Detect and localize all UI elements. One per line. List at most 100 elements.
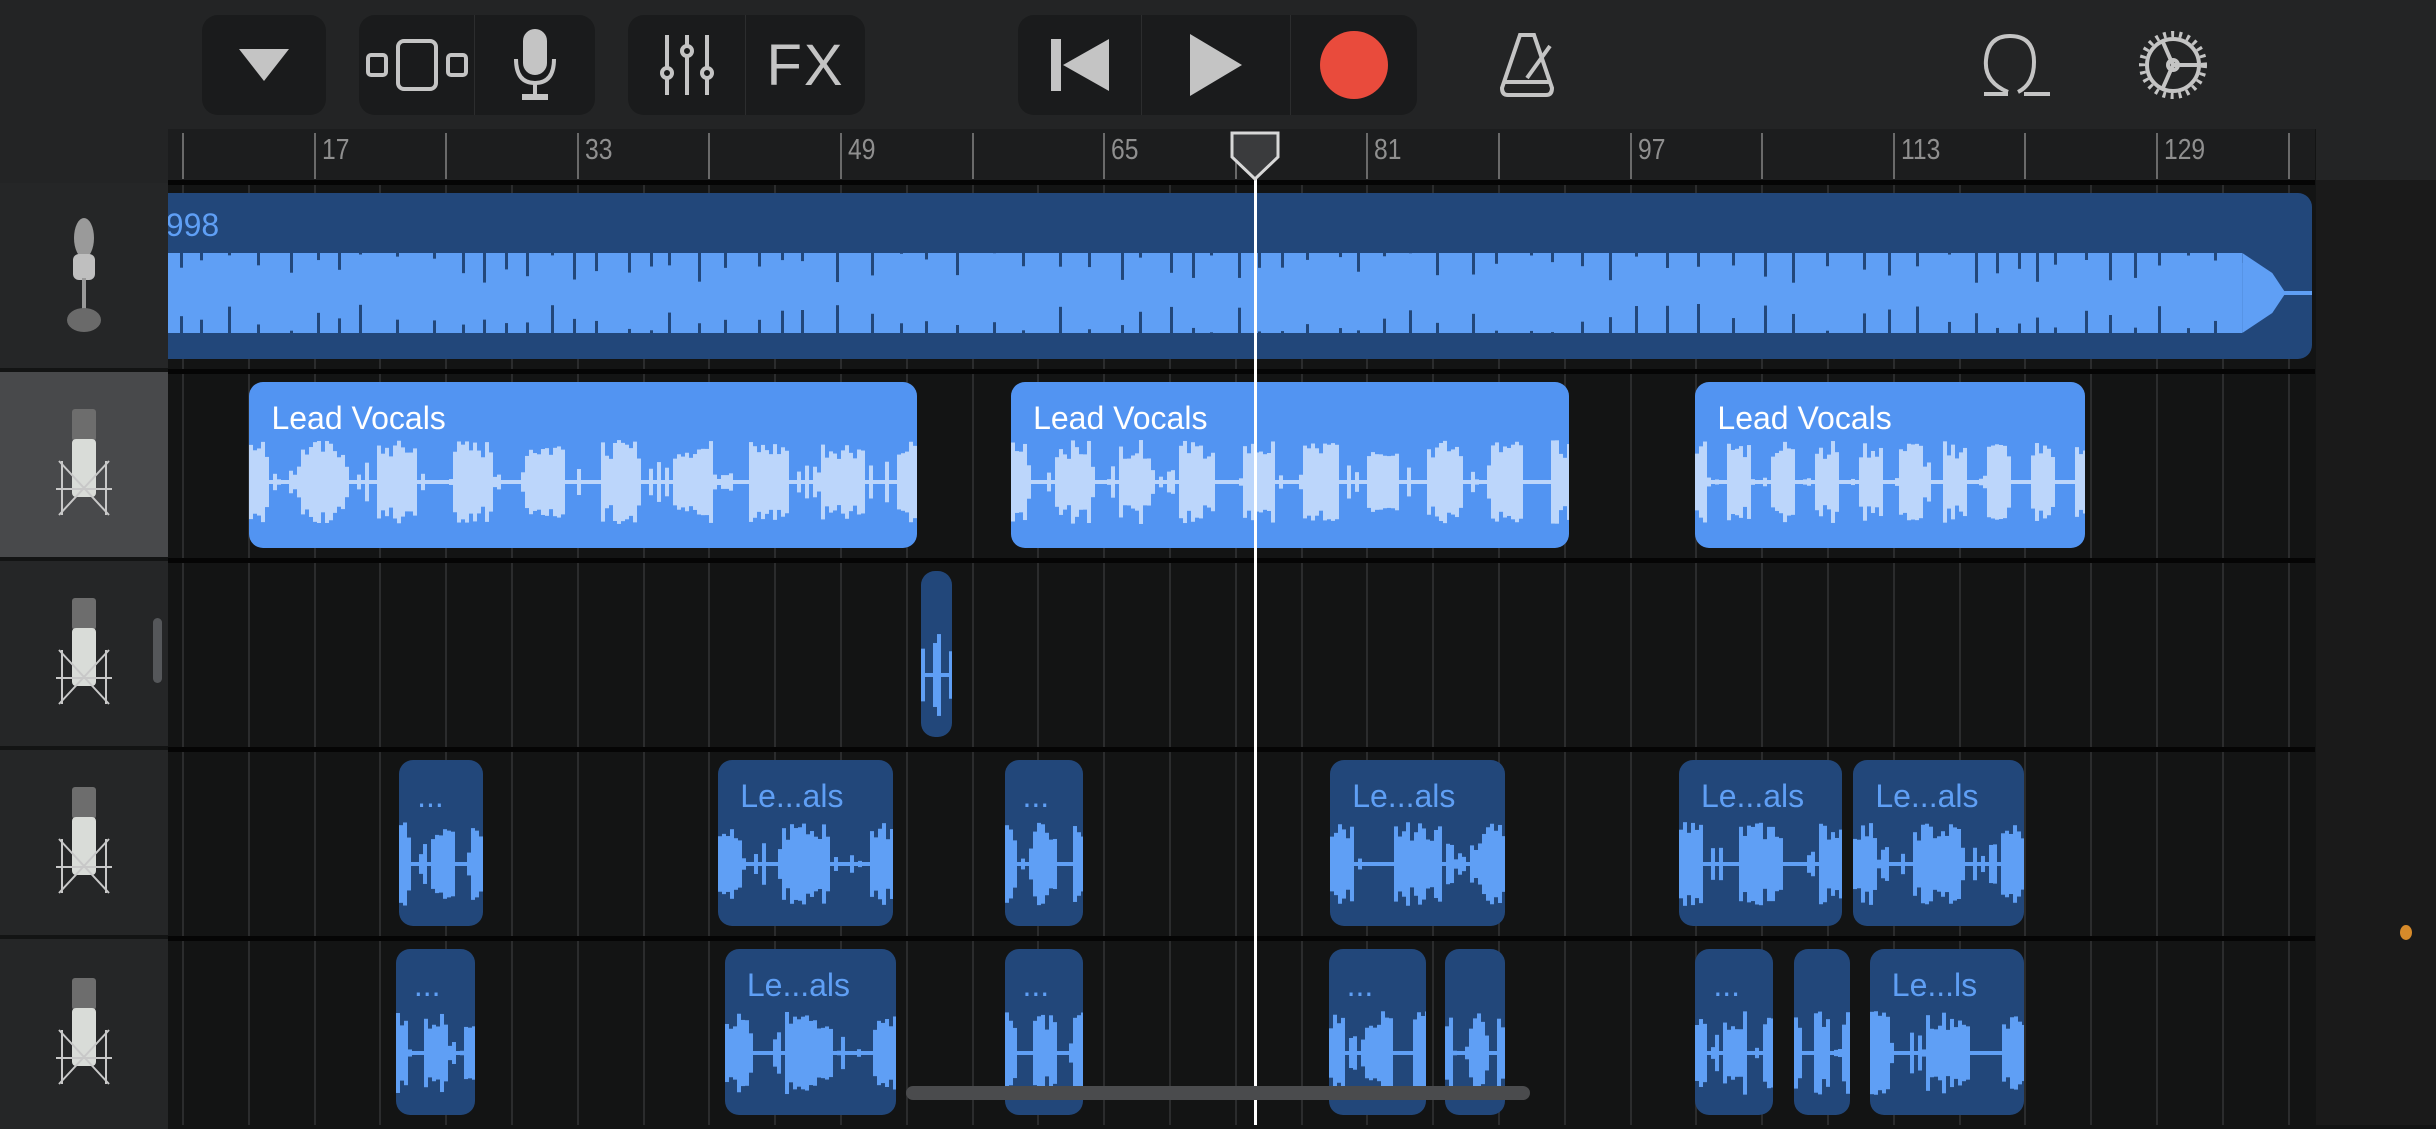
region-label: Le...als: [740, 778, 843, 815]
triangle-down-icon: [237, 45, 291, 85]
ruler-bar-label: 65: [1111, 134, 1138, 167]
loop-icon: [1978, 32, 2052, 98]
condenser-microphone-icon: [54, 783, 114, 903]
ruler-tick: [314, 133, 316, 179]
vertical-scrollbar[interactable]: [153, 618, 162, 683]
audio-region[interactable]: Le...als: [718, 760, 892, 926]
control-bar: FX: [0, 0, 2436, 129]
horizontal-scrollbar[interactable]: [906, 1086, 1530, 1100]
audio-region[interactable]: ...: [396, 949, 475, 1115]
waveform: [168, 253, 2312, 333]
ruler-bar-label: 33: [585, 134, 612, 167]
ruler-tick: [2024, 133, 2026, 179]
waveform: [249, 440, 917, 524]
audio-region[interactable]: [921, 571, 952, 737]
waveform: [718, 822, 892, 906]
condenser-microphone-icon: [54, 405, 114, 525]
audio-region[interactable]: [1794, 949, 1850, 1115]
play-icon: [1188, 32, 1244, 98]
ruler-bar-label: 113: [1901, 134, 1940, 167]
mixer-button[interactable]: [628, 15, 746, 115]
audio-region[interactable]: ...: [1695, 949, 1772, 1115]
playhead-handle[interactable]: [1230, 131, 1280, 181]
region-label: Le...ls: [1892, 967, 1977, 1004]
ruler-tick: [840, 133, 842, 179]
record-icon: [1319, 30, 1389, 100]
view-group: [359, 15, 595, 115]
region-label: Lead Vocals: [1033, 400, 1207, 437]
playhead-line[interactable]: [1254, 175, 1257, 1125]
audio-region[interactable]: Lead Vocals: [249, 382, 917, 548]
waveform: [921, 633, 952, 717]
record-button[interactable]: [1291, 15, 1417, 115]
mix-group: FX: [628, 15, 865, 115]
ruler-tick: [1366, 133, 1368, 179]
region-label: Lead Vocals: [1717, 400, 1891, 437]
right-margin-top: [2316, 129, 2436, 180]
right-margin: [2316, 180, 2436, 1125]
ruler-tick: [708, 133, 710, 179]
metronome-button[interactable]: [1492, 15, 1562, 115]
ruler-tick: [972, 133, 974, 179]
audio-region[interactable]: Le...als: [1853, 760, 2024, 926]
microphone-icon: [510, 29, 560, 101]
region-label: ...: [1347, 967, 1374, 1004]
ruler-tick: [2156, 133, 2158, 179]
track-header[interactable]: [0, 372, 168, 557]
waveform: [1445, 1011, 1504, 1095]
track-lane[interactable]: [168, 558, 2315, 747]
audio-region[interactable]: 0998: [168, 193, 2312, 359]
track-view-button[interactable]: [359, 15, 475, 115]
waveform: [1005, 1011, 1084, 1095]
audio-region[interactable]: Le...als: [1679, 760, 1842, 926]
audio-region[interactable]: Le...als: [725, 949, 896, 1115]
tracks-dropdown-group: [202, 15, 326, 115]
ruler-tick: [445, 133, 447, 179]
ruler-bar-label: 81: [1374, 134, 1401, 167]
waveform: [1853, 822, 2024, 906]
track-header[interactable]: [0, 561, 168, 746]
tracks-dropdown-button[interactable]: [202, 15, 326, 115]
audio-region[interactable]: Lead Vocals: [1011, 382, 1569, 548]
ruler-bar-label: 129: [2164, 134, 2205, 167]
audio-region[interactable]: ...: [1005, 760, 1084, 926]
smart-control-button[interactable]: [475, 15, 595, 115]
settings-button[interactable]: [2135, 15, 2211, 115]
region-label: Le...als: [1352, 778, 1455, 815]
region-label: ...: [1713, 967, 1740, 1004]
gear-icon: [2136, 28, 2210, 102]
waveform: [1794, 1011, 1850, 1095]
ruler-bar-label: 17: [322, 134, 349, 167]
region-label: Le...als: [1701, 778, 1804, 815]
track-view-icon: [365, 37, 469, 93]
track-header[interactable]: [0, 183, 168, 368]
audio-region[interactable]: Lead Vocals: [1695, 382, 2085, 548]
audio-region[interactable]: Le...als: [1330, 760, 1504, 926]
ruler-tick: [1761, 133, 1763, 179]
waveform: [1679, 822, 1842, 906]
fx-button[interactable]: FX: [746, 15, 865, 115]
play-button[interactable]: [1142, 15, 1291, 115]
region-label: ...: [414, 967, 441, 1004]
region-label: 0998: [168, 207, 219, 244]
skip-back-icon: [1049, 37, 1111, 93]
waveform: [1330, 822, 1504, 906]
waveform: [396, 1011, 475, 1095]
audio-region[interactable]: ...: [399, 760, 483, 926]
sliders-icon: [655, 33, 719, 97]
tracks-area[interactable]: 0998 Lead Vocals Lead Vocals Lead Vocals...…: [168, 180, 2315, 1125]
track-header[interactable]: [0, 939, 168, 1129]
ruler-bar-label: 49: [848, 134, 875, 167]
waveform: [1695, 440, 2085, 524]
audio-region[interactable]: Le...ls: [1870, 949, 2025, 1115]
waveform: [1005, 822, 1084, 906]
region-label: Le...als: [1875, 778, 1978, 815]
waveform: [399, 822, 483, 906]
waveform: [725, 1011, 896, 1095]
go-to-beginning-button[interactable]: [1018, 15, 1142, 115]
track-header[interactable]: [0, 750, 168, 935]
vintage-microphone-icon: [59, 216, 109, 336]
ruler-tick: [182, 133, 184, 179]
loop-browser-button[interactable]: [1975, 15, 2055, 115]
region-label: ...: [1023, 778, 1050, 815]
